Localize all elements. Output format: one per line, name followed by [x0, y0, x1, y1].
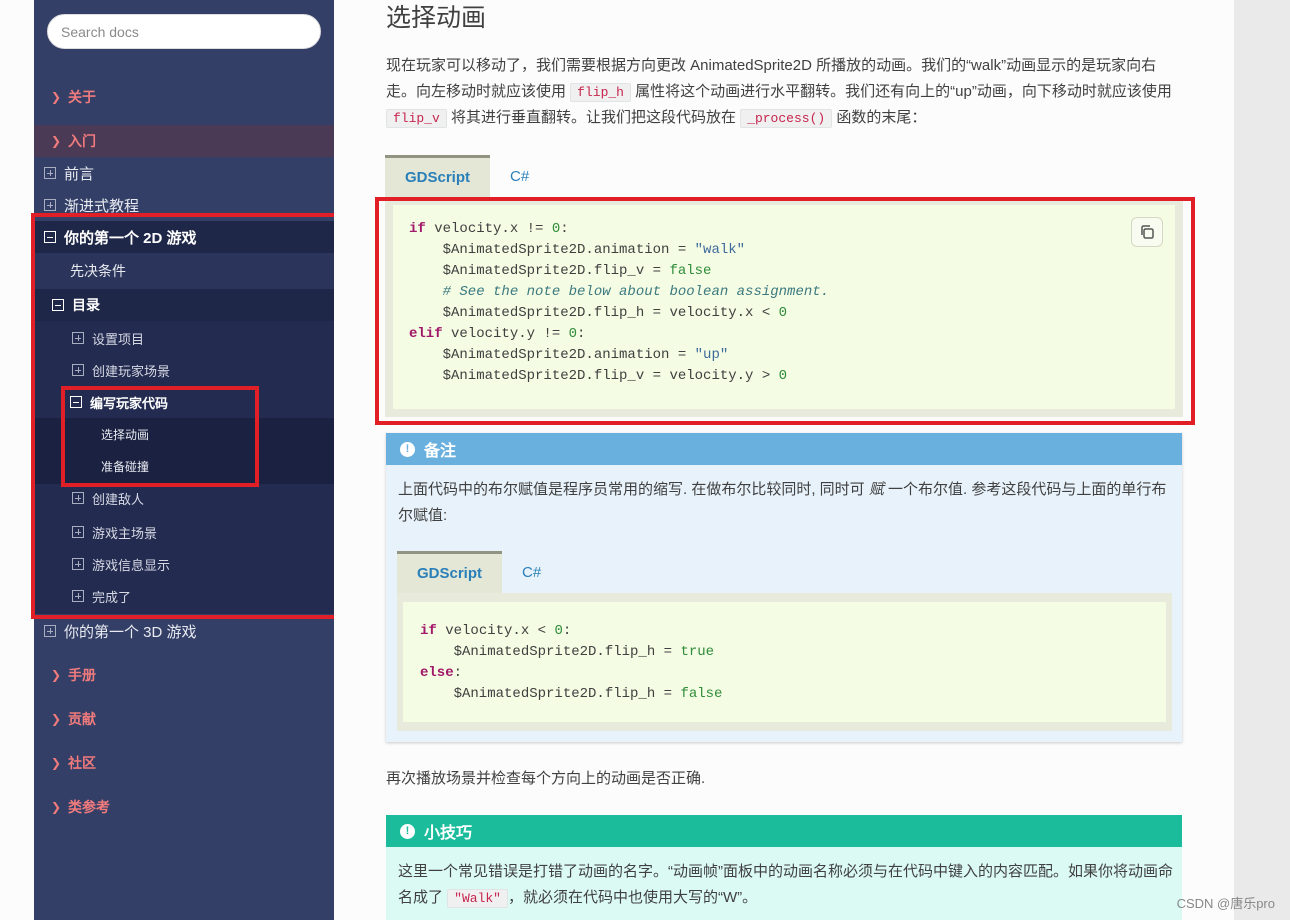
code-token: velocity.x <: [436, 623, 555, 639]
note-title: ! 备注: [386, 433, 1182, 465]
sidebar-item-label: 你的第一个 3D 游戏: [64, 623, 197, 641]
expand-icon: [44, 167, 56, 179]
inline-code: flip_v: [386, 109, 447, 128]
chevron-right-icon: ❯: [51, 756, 62, 770]
text-span: 将其进行垂直翻转。让我们把这段代码放在: [446, 109, 741, 126]
chevron-right-icon: ❯: [51, 800, 62, 814]
code-token: false: [680, 686, 723, 702]
search-input[interactable]: [47, 14, 321, 49]
text-span: 属性将这个动画进行水平翻转。我们还有向上的“up”动画，向下移动时就应该使用: [630, 82, 1172, 100]
tip-text: 这里一个常见错误是打错了动画的名字。“动画帧”面板中的动画名称必须与在代码中键入…: [398, 859, 1173, 911]
chevron-down-icon: ❯: [51, 134, 62, 148]
text-span: 函数的末尾：: [832, 109, 927, 126]
code-token: if: [420, 623, 437, 639]
code-token: 0: [554, 623, 563, 639]
code-token: $AnimatedSprite2D.flip_h =: [420, 686, 681, 702]
tip-title-label: 小技巧: [424, 825, 473, 842]
code-token: true: [680, 644, 715, 660]
text-emphasis: 赋: [868, 481, 884, 498]
caption-label: 社区: [68, 755, 96, 771]
inline-code: "Walk": [447, 888, 508, 908]
code-token: :: [453, 665, 463, 681]
sidebar-item-intro[interactable]: 前言: [34, 157, 334, 189]
tab-csharp[interactable]: C#: [502, 551, 561, 593]
caption-label: 手册: [68, 667, 96, 683]
code-token: :: [562, 623, 572, 639]
tip-title: ! 小技巧: [386, 815, 1182, 847]
sidebar-caption-community[interactable]: ❯ 社区: [34, 747, 334, 779]
after-paragraph: 再次播放场景并检查每个方向上的动画是否正确.: [386, 770, 706, 787]
sidebar-caption-getting-started[interactable]: ❯ 入门: [34, 125, 334, 157]
caption-label: 贡献: [68, 711, 96, 727]
note-title-label: 备注: [424, 443, 457, 460]
sidebar-item-first-3d-game[interactable]: 你的第一个 3D 游戏: [34, 615, 334, 647]
sidebar-caption-class-reference[interactable]: ❯ 类参考: [34, 791, 334, 823]
right-margin: [1234, 0, 1290, 920]
highlight-box-code: [375, 197, 1195, 425]
code-token: else: [420, 665, 454, 681]
expand-icon: [44, 199, 56, 211]
sidebar-caption-manual[interactable]: ❯ 手册: [34, 659, 334, 691]
sidebar-item-label: 前言: [64, 165, 95, 183]
inline-code: _process(): [740, 109, 833, 128]
watermark: CSDN @唐乐pro: [1176, 896, 1275, 911]
main-content: 选择动画 现在玩家可以移动了，我们需要根据方向更改 AnimatedSprite…: [334, 0, 1234, 920]
sidebar-caption-contributing[interactable]: ❯ 贡献: [34, 703, 334, 735]
info-icon: !: [400, 823, 415, 839]
tab-csharp[interactable]: C#: [490, 155, 549, 197]
caption-label: 入门: [68, 133, 96, 149]
code-token: $AnimatedSprite2D.flip_h =: [420, 644, 681, 660]
chevron-right-icon: ❯: [51, 712, 62, 726]
inline-code: flip_h: [570, 82, 631, 102]
tab-gdscript[interactable]: GDScript: [385, 155, 491, 197]
code-content: if velocity.x < 0: $AnimatedSprite2D.fli…: [403, 602, 1166, 722]
highlight-box-player-code: [61, 386, 259, 487]
text-span: 上面代码中的布尔赋值是程序员常用的缩写. 在做布尔比较同时, 同时可: [398, 481, 869, 498]
page-title: 选择动画: [386, 4, 487, 32]
chevron-right-icon: ❯: [51, 90, 62, 104]
caption-label: 关于: [68, 89, 96, 105]
text-span: ，就必须在代码中也使用大写的“W”。: [507, 888, 758, 906]
code-block-note: if velocity.x < 0: $AnimatedSprite2D.fli…: [397, 593, 1172, 731]
sidebar-caption-about[interactable]: ❯ 关于: [34, 81, 334, 113]
intro-paragraph: 现在玩家可以移动了，我们需要根据方向更改 AnimatedSprite2D 所播…: [386, 53, 1184, 132]
info-icon: !: [400, 441, 415, 457]
sidebar: ❯ 关于 ❯ 入门 前言 渐进式教程 你的第一个 2D 游戏 先决条件 目录 设…: [31, 0, 338, 920]
tab-gdscript[interactable]: GDScript: [397, 551, 503, 593]
code-tabs: GDScript C#: [385, 155, 549, 197]
chevron-right-icon: ❯: [51, 668, 62, 682]
caption-label: 类参考: [68, 799, 110, 815]
expand-icon: [44, 625, 56, 637]
note-admonition: ! 备注 上面代码中的布尔赋值是程序员常用的缩写. 在做布尔比较同时, 同时可 …: [386, 433, 1182, 742]
tip-admonition: ! 小技巧 这里一个常见错误是打错了动画的名字。“动画帧”面板中的动画名称必须与…: [386, 815, 1182, 920]
note-code-tabs: GDScript C#: [397, 551, 561, 593]
note-text: 上面代码中的布尔赋值是程序员常用的缩写. 在做布尔比较同时, 同时可 赋 一个布…: [398, 477, 1173, 528]
